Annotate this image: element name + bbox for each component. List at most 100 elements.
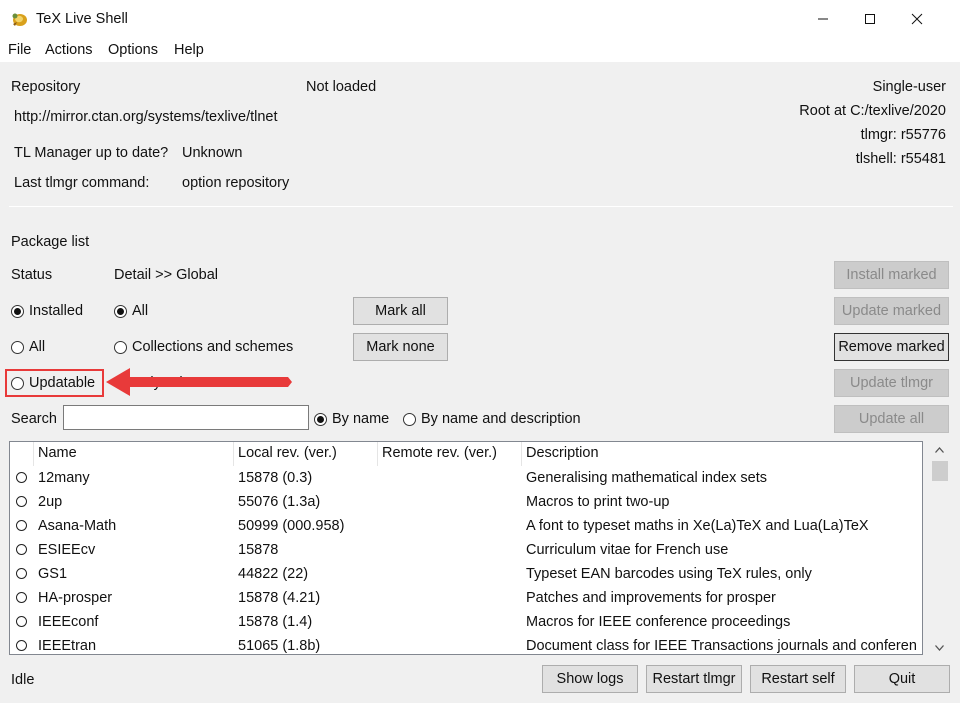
title-bar: TeX Live Shell: [0, 0, 960, 40]
separator: [9, 206, 953, 207]
vertical-scrollbar[interactable]: [930, 441, 949, 657]
search-by-desc-radio[interactable]: By name and description: [403, 411, 581, 427]
scroll-down-button[interactable]: [930, 639, 949, 657]
minimize-icon: [818, 18, 828, 20]
minimize-button[interactable]: [800, 0, 846, 38]
row-mark-icon[interactable]: [16, 568, 27, 579]
table-row[interactable]: ESIEEcv 15878 Curriculum vitae for French …: [10, 538, 922, 562]
cell-desc: Macros to print two-up: [526, 494, 670, 510]
menu-actions[interactable]: Actions: [45, 42, 93, 58]
search-input[interactable]: [63, 405, 309, 430]
row-mark-icon[interactable]: [16, 496, 27, 507]
row-mark-icon[interactable]: [16, 640, 27, 651]
chevron-down-icon: [935, 645, 944, 651]
menu-file[interactable]: File: [8, 42, 31, 58]
cell-name: 2up: [38, 494, 63, 510]
cell-local: 15878 (0.3): [238, 470, 313, 486]
table-row[interactable]: GS1 44822 (22) Typeset EAN barcodes using …: [10, 562, 922, 586]
cell-remote: [382, 538, 522, 562]
table-row[interactable]: 12many 15878 (0.3) Generalising mathematic…: [10, 466, 922, 490]
radio-checked-icon: [114, 304, 127, 318]
cell-local: 15878 (4.21): [238, 590, 321, 606]
cell-name: ESIEEcv: [38, 542, 96, 558]
scroll-up-button[interactable]: [930, 441, 949, 459]
cell-desc: Macros for IEEE conference proceedings: [526, 614, 791, 630]
column-header-mark[interactable]: [10, 442, 34, 466]
cell-name: Asana-Math: [38, 518, 117, 534]
last-command-label: Last tlmgr command:: [14, 175, 150, 191]
cell-remote: [382, 514, 522, 538]
mark-all-button[interactable]: Mark all: [353, 297, 448, 325]
cell-name: 12many: [38, 470, 90, 486]
mode-label: Single-user: [872, 79, 946, 95]
arrow-left-icon: [106, 368, 292, 396]
cell-desc: Curriculum vitae for French use: [526, 542, 729, 558]
cell-remote: [382, 634, 522, 654]
cell-remote: [382, 490, 522, 514]
cell-local: 51065 (1.8b): [238, 638, 321, 654]
detail-collections-radio[interactable]: Collections and schemes: [114, 339, 293, 355]
window-title: TeX Live Shell: [36, 11, 128, 27]
highlight-box: [5, 369, 104, 397]
maximize-button[interactable]: [847, 0, 893, 38]
repository-label: Repository: [11, 79, 81, 95]
status-label: Status: [11, 267, 53, 283]
radio-unchecked-icon: [11, 340, 24, 354]
status-text: Idle: [11, 672, 35, 688]
update-all-button[interactable]: Update all: [834, 405, 949, 433]
update-marked-button[interactable]: Update marked: [834, 297, 949, 325]
repository-status: Not loaded: [306, 79, 377, 95]
status-installed-radio[interactable]: Installed: [11, 303, 83, 319]
row-mark-icon[interactable]: [16, 520, 27, 531]
cell-local: 15878 (1.4): [238, 614, 313, 630]
menu-options[interactable]: Options: [108, 42, 158, 58]
column-header-remote[interactable]: Remote rev. (ver.): [378, 442, 522, 466]
row-mark-icon[interactable]: [16, 616, 27, 627]
table-row[interactable]: IEEEconf 15878 (1.4) Macros for IEEE confe…: [10, 610, 922, 634]
cell-desc: A font to typeset maths in Xe(La)TeX and…: [526, 518, 869, 534]
row-mark-icon[interactable]: [16, 544, 27, 555]
table-row[interactable]: IEEEtran 51065 (1.8b) Document class for I…: [10, 634, 922, 654]
column-header-name[interactable]: Name: [34, 442, 234, 466]
update-tlmgr-button[interactable]: Update tlmgr: [834, 369, 949, 397]
package-table[interactable]: Name Local rev. (ver.) Remote rev. (ver.…: [9, 441, 923, 655]
cell-name: IEEEconf: [38, 614, 99, 630]
search-by-name-radio[interactable]: By name: [314, 411, 389, 427]
cell-local: 55076 (1.3a): [238, 494, 321, 510]
cell-remote: [382, 610, 522, 634]
tlshell-revision: tlshell: r55481: [855, 151, 946, 167]
remove-marked-button[interactable]: Remove marked: [834, 333, 949, 361]
cell-desc: Patches and improvements for prosper: [526, 590, 776, 606]
cell-local: 15878: [238, 542, 279, 558]
restart-tlmgr-button[interactable]: Restart tlmgr: [646, 665, 742, 693]
detail-label: Detail >> Global: [114, 267, 218, 283]
radio-unchecked-icon: [114, 340, 127, 354]
maximize-icon: [865, 14, 875, 24]
row-mark-icon[interactable]: [16, 592, 27, 603]
close-icon: [911, 13, 923, 25]
table-row[interactable]: HA-prosper 15878 (4.21) Patches and improv…: [10, 586, 922, 610]
cell-name: GS1: [38, 566, 68, 582]
cell-local: 44822 (22): [238, 566, 309, 582]
cell-remote: [382, 562, 522, 586]
column-header-description[interactable]: Description: [522, 442, 922, 466]
row-mark-icon[interactable]: [16, 472, 27, 483]
restart-self-button[interactable]: Restart self: [750, 665, 846, 693]
mark-none-button[interactable]: Mark none: [353, 333, 448, 361]
quit-button[interactable]: Quit: [854, 665, 950, 693]
cell-local: 50999 (000.958): [238, 518, 345, 534]
table-row[interactable]: 2up 55076 (1.3a) Macros to print two-up: [10, 490, 922, 514]
install-marked-button[interactable]: Install marked: [834, 261, 949, 289]
show-logs-button[interactable]: Show logs: [542, 665, 638, 693]
tlmgr-revision: tlmgr: r55776: [860, 127, 946, 143]
app-icon: [12, 13, 27, 26]
scroll-thumb[interactable]: [932, 461, 948, 481]
search-label: Search: [11, 411, 57, 427]
menu-help[interactable]: Help: [174, 42, 204, 58]
close-button[interactable]: [894, 0, 940, 38]
column-header-local[interactable]: Local rev. (ver.): [234, 442, 378, 466]
status-all-radio[interactable]: All: [11, 339, 45, 355]
detail-all-radio[interactable]: All: [114, 303, 148, 319]
root-label: Root at C:/texlive/2020: [799, 103, 946, 119]
table-row[interactable]: Asana-Math 50999 (000.958) A font to types…: [10, 514, 922, 538]
